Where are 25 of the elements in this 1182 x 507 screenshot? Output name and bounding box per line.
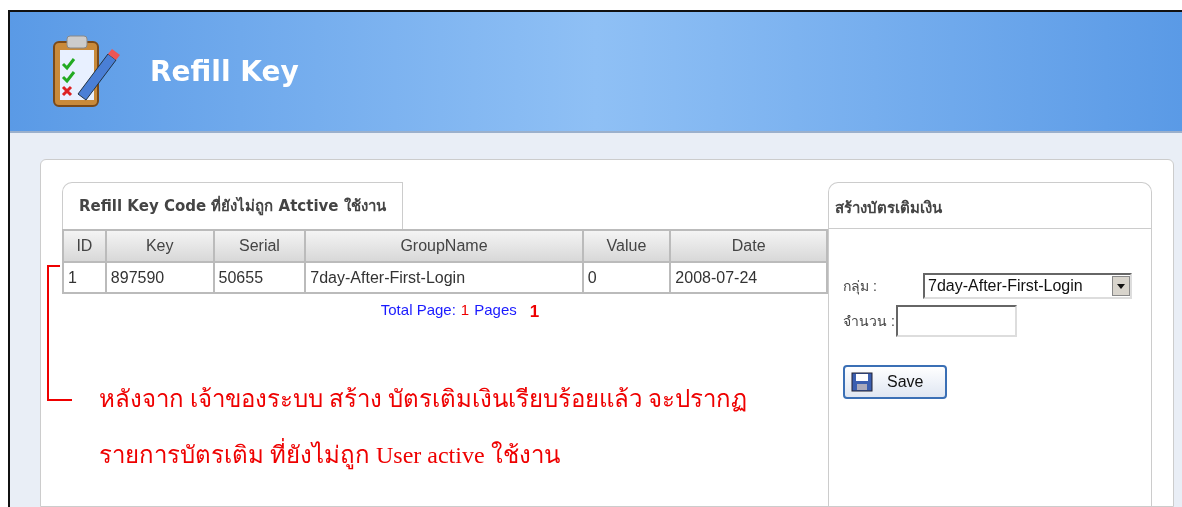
annotation-text: รายการบัตรเติม ที่ยังไม่ถูก User active ใช้งาน <box>99 436 828 473</box>
field-label: จำนวน : <box>843 311 895 331</box>
column-header: ID <box>63 230 106 262</box>
table-cell: 7day-After-First-Login <box>305 262 583 293</box>
pager-label: Pages <box>474 300 517 320</box>
group-dropdown[interactable]: 7day-After-First-Login <box>923 273 1132 299</box>
field-label: กลุ่ม : <box>843 276 878 297</box>
save-button[interactable]: Save <box>843 365 947 399</box>
table-cell: 0 <box>582 262 671 293</box>
column-header: Key <box>105 230 214 262</box>
page-count: 1 <box>460 300 470 320</box>
table-cell: 1 <box>63 262 106 293</box>
page-title: Refill Key <box>150 53 299 90</box>
table-cell: 897590 <box>105 262 214 293</box>
page-link[interactable]: 1 <box>529 299 540 325</box>
column-header: Serial <box>213 230 306 262</box>
column-header: Value <box>582 230 671 262</box>
panel-title: สร้างบัตรเติมเงิน <box>829 183 1151 229</box>
annotation-text: หลังจาก เจ้าของระบบ สร้าง บัตรเติมเงินเรียบร้อยแล้ว จะปรากฏ <box>99 384 748 414</box>
column-header: GroupName <box>305 230 583 262</box>
table-cell: 2008-07-24 <box>670 262 827 293</box>
column-header: Date <box>670 230 827 262</box>
pager-label: Total Page: <box>380 300 456 320</box>
amount-input[interactable] <box>895 305 1017 337</box>
table-cell: 50655 <box>213 262 306 293</box>
